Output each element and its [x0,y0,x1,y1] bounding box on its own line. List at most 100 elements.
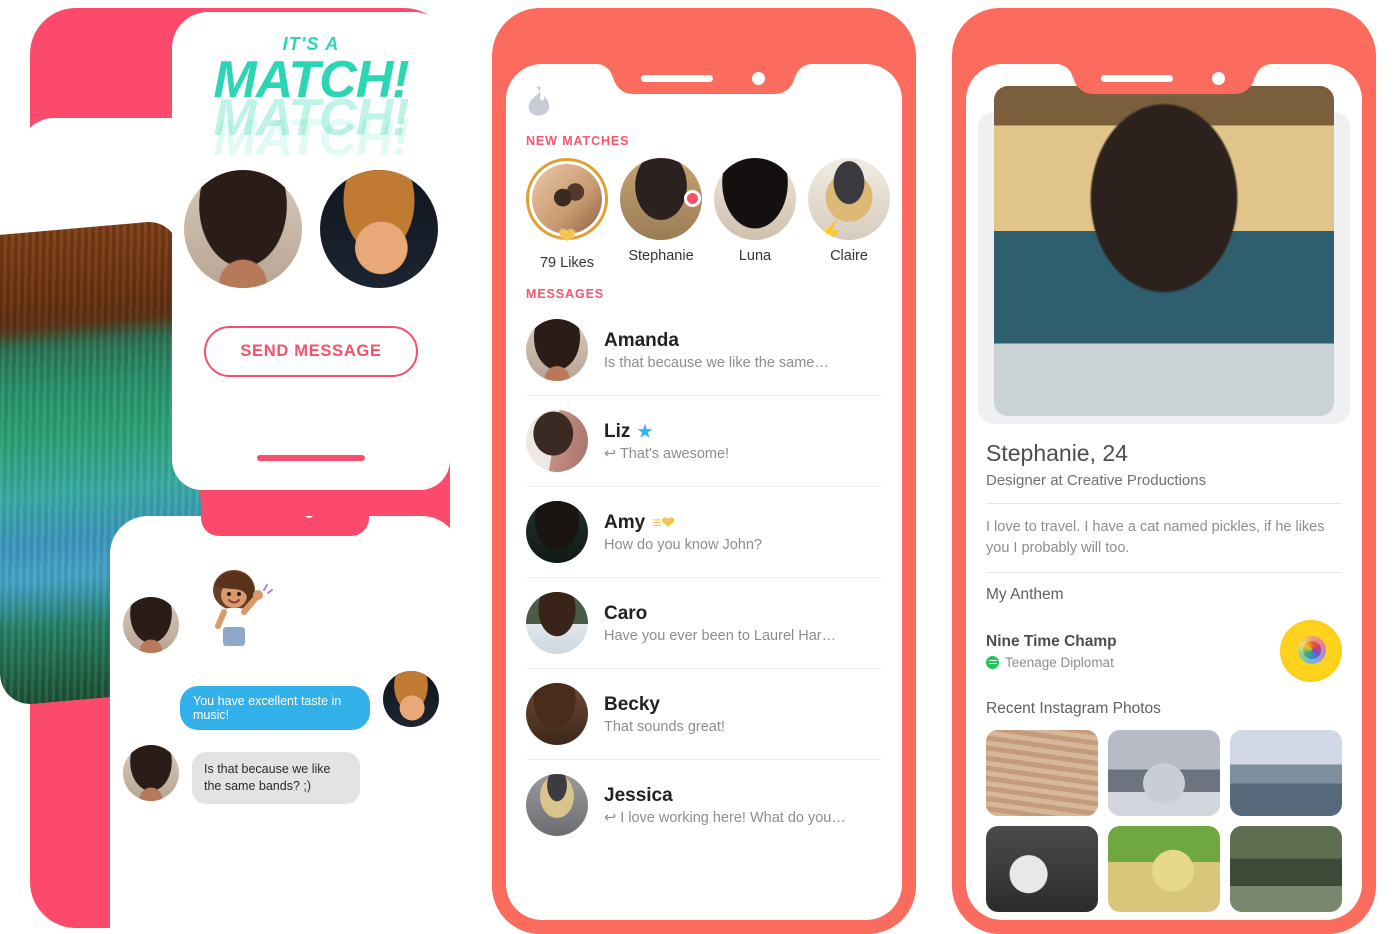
divider [986,572,1342,574]
message-name: Amanda [604,330,829,352]
avatar [380,668,442,730]
panel-profile: Stephanie, 24 Designer at Creative Produ… [952,8,1376,934]
message-row[interactable]: Jessica ↩ I love working here! What do y… [526,760,882,850]
like-heart-icon: ≡❤ [652,514,675,532]
avatar [120,594,182,656]
panel-matches-list: NEW MATCHES ❤ 79 Likes Stephanie Luna ⚡ … [492,8,916,934]
message-name-text: Becky [604,693,660,715]
home-indicator [257,454,365,461]
message-name-text: Amanda [604,329,679,351]
message-row[interactable]: Liz ★ ↩ That's awesome! [526,396,882,487]
message-name-text: Caro [604,602,648,624]
boost-bolt-icon: ⚡ [816,220,844,241]
profile-bio: I love to travel. I have a cat named pic… [986,519,1325,556]
profile-details: Stephanie, 24 Designer at Creative Produ… [966,424,1362,913]
chat-message-list: You have excellent taste in music! Is th… [110,516,460,804]
new-matches-label: NEW MATCHES [526,134,630,148]
unread-dot-icon [684,190,701,207]
new-match-label: Claire [830,248,868,264]
instagram-photo[interactable] [986,826,1098,913]
send-message-button[interactable]: SEND MESSAGE [204,325,418,377]
message-row[interactable]: Amanda Is that because we like the same… [526,305,882,396]
likes-heart-icon: ❤ [558,225,576,248]
messages-list: Amanda Is that because we like the same…… [526,305,882,850]
chat-row-sticker [120,564,442,656]
instagram-photo[interactable] [1108,730,1220,817]
tinder-flame-icon[interactable] [526,86,552,116]
match-avatars [172,169,450,288]
phone-notch [1056,64,1272,94]
instagram-photo[interactable] [1230,826,1342,913]
avatar [526,592,588,654]
match-avatar [714,158,796,240]
match-headline-group: IT'S A MATCH! MATCH! MATCH! [172,12,450,164]
divider [986,503,1342,504]
chat-bubble-incoming: Is that because we like the same bands? … [192,752,360,804]
match-headline-echo-2: MATCH! [213,108,409,167]
message-name-text: Jessica [604,784,673,806]
match-avatar [620,158,702,240]
avatar [526,319,588,381]
message-name-text: Liz [604,420,631,442]
message-name: Jessica [604,785,846,807]
new-matches-row: ❤ 79 Likes Stephanie Luna ⚡ Claire [526,158,890,271]
phone-frame-profile: Stephanie, 24 Designer at Creative Produ… [952,8,1376,934]
message-name: Becky [604,694,725,716]
speaker-bar [641,75,713,82]
new-match-item[interactable]: ❤ 79 Likes [526,158,608,271]
new-match-item[interactable]: ⚡ Claire [808,158,890,271]
message-preview: How do you know John? [604,536,762,553]
message-preview: That sounds great! [604,718,725,735]
new-match-label: Luna [738,248,772,264]
message-preview: ↩ That's awesome! [604,446,729,462]
speaker-bar [1101,75,1173,82]
send-message-row: SEND MESSAGE [172,325,450,377]
album-art [1280,620,1342,683]
match-avatar: ⚡ [808,158,890,240]
super-like-star-icon: ★ [637,421,653,441]
new-match-item[interactable]: Luna [714,158,796,271]
message-row[interactable]: Amy ≡❤ How do you know John? [526,487,882,578]
new-match-item[interactable]: Stephanie [620,158,702,271]
chat-bubble-outgoing: You have excellent taste in music! [180,686,370,730]
profile-photo[interactable] [994,86,1334,416]
chat-row-incoming: Is that because we like the same bands? … [120,742,442,804]
new-match-label: Stephanie [628,248,694,264]
message-row[interactable]: Caro Have you ever been to Laurel Har… [526,578,882,669]
anthem-artist: Teenage Diplomat [986,655,1117,670]
new-match-label: 79 Likes [539,255,594,271]
message-preview: Is that because we like the same… [604,354,829,371]
instagram-photo[interactable] [1230,730,1342,817]
message-name: Liz ★ [604,421,729,443]
message-row[interactable]: Becky That sounds great! [526,669,882,760]
spotify-icon [986,655,999,669]
instagram-grid [986,730,1342,913]
message-preview-text: I love working here! What do you… [620,809,846,826]
message-name: Caro [604,603,836,625]
instagram-photo[interactable] [986,730,1098,817]
profile-photo-card-stack [978,86,1350,424]
message-preview: Have you ever been to Laurel Har… [604,627,837,644]
reply-arrow-icon: ↩ [604,445,617,462]
anthem-title: Nine Time Champ [986,632,1117,650]
camera-dot [752,72,765,85]
profile-job: Designer at Creative Productions [986,472,1207,489]
anthem-row[interactable]: Nine Time Champ Teenage Diplomat [986,620,1342,683]
instagram-label: Recent Instagram Photos [986,700,1161,718]
reply-arrow-icon: ↩ [604,809,617,826]
message-name-text: Amy [604,511,646,533]
screenshot-root: IT'S A MATCH! MATCH! MATCH! SEND MESSAGE [0,0,1400,934]
message-preview: ↩ I love working here! What do you… [604,810,846,826]
phone-frame-matches: NEW MATCHES ❤ 79 Likes Stephanie Luna ⚡ … [492,8,916,934]
messages-label: MESSAGES [526,287,605,301]
avatar [526,410,588,472]
avatar [526,683,588,745]
instagram-photo[interactable] [1108,826,1220,913]
screen-matches: NEW MATCHES ❤ 79 Likes Stephanie Luna ⚡ … [506,64,902,920]
phone-notch [596,64,812,94]
avatar [526,774,588,836]
profile-name-age: Stephanie, 24 [986,440,1128,466]
avatar-match-right[interactable] [320,169,438,288]
avatar-match-left[interactable] [184,169,302,288]
message-name: Amy ≡❤ [604,512,762,534]
